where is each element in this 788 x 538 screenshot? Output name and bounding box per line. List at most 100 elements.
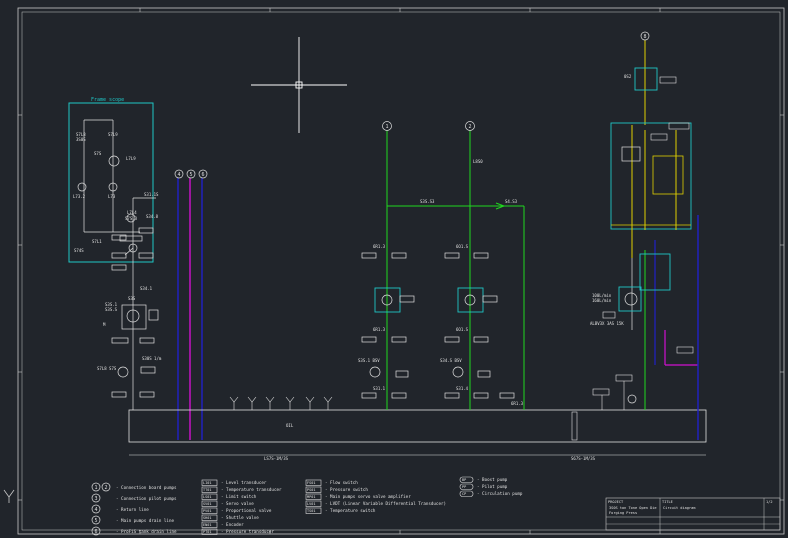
svg-text:EN01: EN01 — [203, 523, 211, 527]
svg-text:- Connection pilot pumps: - Connection pilot pumps — [116, 496, 177, 501]
svg-text:- Flow switch: - Flow switch — [325, 480, 358, 485]
legend-code-item: LS01 - Limit switch — [201, 493, 257, 500]
legend-pump-item: CP - Circulation pump — [459, 490, 523, 497]
svg-text:S31.1S: S31.1S — [144, 192, 159, 197]
flow-label-right: 160L/min — [592, 298, 612, 303]
legend-pump-item: PP - Pilot pump — [459, 483, 508, 490]
top-value: 0S2 — [624, 74, 632, 79]
svg-text:- Encoder: - Encoder — [221, 522, 244, 527]
legend-code-item: TS01 - Temperature switch — [305, 507, 376, 514]
svg-text:- ProFiS tank drain line: - ProFiS tank drain line — [116, 529, 177, 534]
svg-text:6R1.3: 6R1.3 — [511, 401, 524, 406]
svg-text:PP: PP — [462, 485, 466, 489]
svg-text:S30S 1/m: S30S 1/m — [142, 356, 162, 361]
main-pump-branches: 1 2 S3S.S3 S4.S3 L8S0 6R1.3 6O1.S 6R1.3 … — [358, 121, 525, 410]
svg-text:SV01: SV01 — [203, 502, 211, 506]
svg-text:S3S: S3S — [128, 296, 136, 301]
svg-text:6O1.S: 6O1.S — [456, 327, 469, 332]
legend-line-item: 1 2 - Connection board pumps — [91, 482, 177, 492]
filter-icon — [285, 396, 295, 403]
pipe-label-5: 5 — [189, 172, 192, 178]
svg-text:S7L1: S7L1 — [92, 239, 102, 244]
svg-text:- Return line: - Return line — [116, 507, 149, 512]
pipe-label-4: 4 — [177, 172, 180, 178]
filter-icon — [247, 396, 257, 403]
svg-text:S3S.S3: S3S.S3 — [420, 199, 435, 204]
legend-pump-item: BP - Boost pump — [459, 476, 508, 483]
bottom-left-code: LS7S-1M/3S — [264, 456, 289, 461]
svg-text:MP01: MP01 — [307, 495, 315, 499]
svg-text:- Limit switch: - Limit switch — [221, 494, 257, 499]
filter-icon — [323, 396, 333, 403]
svg-text:TT01: TT01 — [203, 488, 211, 492]
svg-text:PT01: PT01 — [203, 530, 211, 534]
left-pump-group — [111, 197, 159, 410]
svg-text:- Circulation pump: - Circulation pump — [477, 491, 523, 496]
frame-scope-block: Frame scope S7L83S0S S7L9 S7S L7L9 L73.2… — [68, 97, 154, 263]
hydraulic-circuit-drawing: Frame scope S7L83S0S S7L9 S7S L7L9 L73.2… — [3, 7, 785, 536]
svg-text:- Level transducer: - Level transducer — [221, 480, 267, 485]
pipe-label-6: 6 — [201, 172, 204, 178]
svg-text:S7S.3: S7S.3 — [125, 216, 138, 221]
svg-text:2: 2 — [104, 485, 107, 491]
sheet-number: 1/2 — [766, 500, 773, 504]
svg-text:- Pressure switch: - Pressure switch — [325, 487, 368, 492]
branch-1-label: 1 — [385, 124, 388, 130]
project-line1: 3S0S ton Tone Open Die — [609, 506, 657, 510]
svg-text:S7L8 S7S: S7L8 S7S — [97, 366, 117, 371]
svg-text:- Temperature transducer: - Temperature transducer — [221, 487, 282, 492]
frame-scope-label: Frame scope — [91, 97, 124, 103]
project-line2: Forging Press — [609, 511, 637, 515]
legend-code-item: SH01 - Shuttle valve — [201, 514, 259, 521]
svg-text:S3S.1 BSV: S3S.1 BSV — [358, 358, 380, 363]
legend-code-item: LI01 - Level transducer — [201, 479, 267, 486]
svg-text:- LVDT (Linear Variable Differ: - LVDT (Linear Variable Differential Tra… — [325, 501, 446, 506]
svg-text:6: 6 — [94, 529, 97, 535]
top-right-circle-label: 8 — [643, 34, 646, 40]
left-pump-labels: S31.1S L7L4 S7S.3 S34.8 S34.1 S3S.1 S3S.… — [97, 192, 162, 371]
svg-text:LV01: LV01 — [307, 502, 315, 506]
svg-text:S34.8: S34.8 — [146, 214, 159, 219]
filter-row — [229, 396, 333, 410]
legend-code-item: TT01 - Temperature transducer — [201, 486, 282, 493]
svg-text:S7L9: S7L9 — [108, 132, 118, 137]
svg-text:- Boost pump: - Boost pump — [477, 477, 508, 482]
title-block: PROJECT 3S0S ton Tone Open Die Forging P… — [605, 497, 781, 531]
svg-text:S34.S BSV: S34.S BSV — [440, 358, 462, 363]
svg-text:5: 5 — [94, 518, 97, 524]
svg-text:S7S: S7S — [94, 151, 102, 156]
svg-text:6R1.3: 6R1.3 — [373, 244, 386, 249]
legend-code-item: SV01 - Servo valve — [201, 500, 254, 507]
svg-text:L7L4: L7L4 — [127, 210, 137, 215]
svg-text:S34.1: S34.1 — [140, 286, 153, 291]
oil-tank: OIL LS7S-1M/3S S67S-1M/3S — [128, 409, 707, 461]
svg-text:M: M — [103, 322, 106, 327]
legend: 1 2 - Connection board pumps 3 - Connection … — [91, 476, 523, 536]
legend-line-item: 4 - Return line — [91, 504, 149, 514]
drain-lines: 4 5 6 — [174, 169, 208, 440]
svg-text:- Shuttle valve: - Shuttle valve — [221, 515, 259, 520]
svg-text:- Pressure transducer: - Pressure transducer — [221, 529, 274, 534]
svg-text:PV01: PV01 — [203, 509, 211, 513]
project-label: PROJECT — [608, 500, 624, 504]
svg-text:3: 3 — [94, 496, 97, 502]
svg-text:6R1.3: 6R1.3 — [373, 327, 386, 332]
crosshair-cursor[interactable] — [251, 37, 347, 133]
svg-text:LS01: LS01 — [203, 495, 211, 499]
svg-text:- Proportional valve: - Proportional valve — [221, 508, 272, 513]
svg-text:- Pilot pump: - Pilot pump — [477, 484, 508, 489]
filter-icon — [265, 396, 275, 403]
svg-text:SH01: SH01 — [203, 516, 211, 520]
svg-text:PS01: PS01 — [307, 488, 315, 492]
svg-text:4: 4 — [94, 507, 97, 513]
svg-text:L7L9: L7L9 — [126, 156, 136, 161]
legend-code-item: PV01 - Proportional valve — [201, 507, 272, 514]
legend-code-item: FS01 - Flow switch — [305, 479, 358, 486]
svg-text:S74S: S74S — [74, 248, 84, 253]
svg-text:LI01: LI01 — [203, 481, 211, 485]
legend-line-item: 3 - Connection pilot pumps — [91, 493, 177, 503]
svg-text:TS01: TS01 — [307, 509, 315, 513]
legend-code-item: LV01 - LVDT (Linear Variable Differential… — [305, 500, 446, 507]
svg-text:- Main pumps drain line: - Main pumps drain line — [116, 518, 174, 523]
title-label: TITLE — [662, 500, 673, 504]
